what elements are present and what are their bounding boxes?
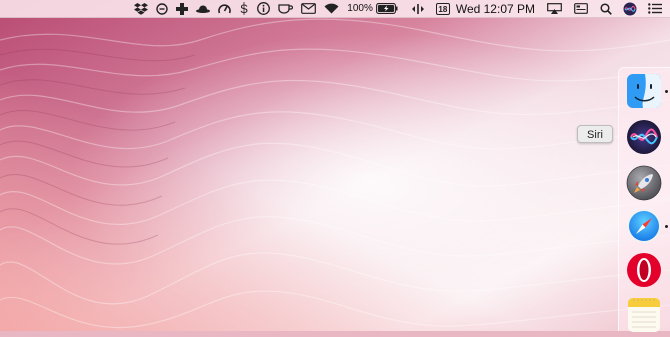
finder-icon bbox=[627, 74, 661, 108]
dock-item-safari[interactable] bbox=[626, 208, 662, 244]
coffee-icon[interactable] bbox=[278, 0, 294, 18]
battery-percent[interactable]: 100% bbox=[347, 0, 373, 18]
dock-item-finder[interactable] bbox=[626, 73, 662, 109]
finder-running-indicator bbox=[665, 90, 668, 93]
desktop-wallpaper bbox=[0, 0, 670, 331]
timer-icon[interactable] bbox=[156, 0, 168, 18]
bowler-hat-icon[interactable] bbox=[196, 0, 211, 18]
dock-item-siri[interactable] bbox=[626, 119, 662, 155]
notification-center-icon[interactable] bbox=[648, 0, 662, 18]
clock-label: Wed 12:07 PM bbox=[455, 1, 535, 16]
battery-icon[interactable] bbox=[375, 0, 398, 18]
expand-arrows-icon[interactable] bbox=[411, 0, 424, 18]
dock-item-notes[interactable] bbox=[626, 296, 662, 332]
speedometer-icon[interactable] bbox=[218, 0, 232, 18]
wifi-icon[interactable] bbox=[324, 0, 339, 18]
mail-icon[interactable] bbox=[301, 0, 317, 18]
battery-percent-label: 100% bbox=[347, 3, 373, 14]
rocket-icon bbox=[626, 165, 662, 201]
calendar-icon[interactable]: 18 bbox=[435, 0, 450, 18]
siri-icon[interactable] bbox=[623, 0, 637, 18]
search-icon[interactable] bbox=[600, 0, 612, 18]
dock bbox=[618, 67, 670, 332]
dock-item-opera[interactable] bbox=[626, 252, 662, 288]
opera-icon bbox=[627, 253, 661, 287]
dropbox-icon[interactable] bbox=[134, 0, 149, 18]
siri-app-icon bbox=[627, 120, 661, 154]
dollar-icon[interactable]: S bbox=[239, 0, 249, 18]
compass-icon bbox=[627, 209, 661, 243]
airplay-icon[interactable] bbox=[547, 0, 562, 18]
dock-tooltip: Siri bbox=[577, 125, 613, 143]
menu-bar: S 100% 18 Wed 12:07 PM bbox=[0, 0, 670, 18]
safari-running-indicator bbox=[665, 225, 668, 228]
clock[interactable]: Wed 12:07 PM bbox=[456, 0, 535, 18]
dock-item-launchpad[interactable] bbox=[626, 165, 662, 201]
info-icon[interactable] bbox=[257, 0, 271, 18]
notes-icon bbox=[628, 298, 660, 332]
plus-icon[interactable] bbox=[176, 0, 189, 18]
display-icon[interactable] bbox=[574, 0, 588, 18]
calendar-day: 18 bbox=[435, 2, 450, 15]
